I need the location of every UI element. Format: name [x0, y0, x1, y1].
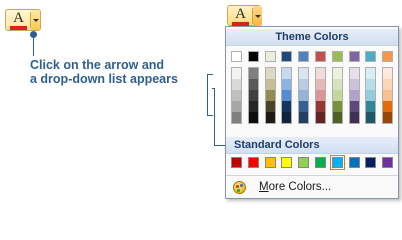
standard-color-swatch[interactable] — [281, 157, 293, 168]
standard-color-swatch[interactable] — [365, 157, 377, 168]
color-palette-icon — [233, 181, 246, 194]
theme-shade-swatch[interactable] — [299, 112, 309, 123]
theme-color-swatch[interactable] — [315, 51, 326, 62]
standard-color-swatch[interactable] — [315, 157, 326, 168]
font-color-button-open[interactable]: A — [227, 5, 262, 26]
theme-shade-swatch[interactable] — [366, 101, 376, 112]
theme-shade-swatch[interactable] — [282, 79, 292, 90]
theme-shade-column — [264, 67, 276, 124]
theme-shade-swatch[interactable] — [299, 79, 309, 90]
theme-color-swatch[interactable] — [348, 51, 360, 62]
theme-shade-swatch[interactable] — [383, 68, 393, 79]
callout-line — [33, 36, 34, 56]
theme-shade-swatch[interactable] — [332, 101, 342, 112]
theme-shade-swatch[interactable] — [232, 68, 241, 79]
theme-shade-swatch[interactable] — [383, 101, 393, 112]
theme-shade-swatch[interactable] — [248, 79, 258, 90]
theme-shade-swatch[interactable] — [366, 112, 376, 123]
theme-shade-swatch[interactable] — [383, 112, 393, 123]
theme-shade-swatch[interactable] — [316, 90, 325, 101]
connector-line-vertical — [214, 88, 215, 145]
theme-shade-swatch[interactable] — [366, 90, 376, 101]
theme-shade-swatch[interactable] — [232, 79, 241, 90]
theme-shade-column — [331, 67, 343, 124]
theme-color-swatch[interactable] — [382, 51, 394, 62]
theme-shade-swatch[interactable] — [349, 101, 359, 112]
font-color-indicator — [10, 26, 27, 30]
theme-color-swatch[interactable] — [281, 51, 293, 62]
theme-shade-swatch[interactable] — [383, 79, 393, 90]
theme-shade-swatch[interactable] — [349, 79, 359, 90]
theme-shade-column — [281, 67, 293, 124]
font-color-icon: A — [13, 10, 24, 26]
theme-shade-swatch[interactable] — [232, 101, 241, 112]
theme-shade-swatch[interactable] — [316, 68, 325, 79]
theme-shade-swatch[interactable] — [299, 68, 309, 79]
theme-shade-column — [348, 67, 360, 124]
theme-shade-swatch[interactable] — [366, 79, 376, 90]
theme-shade-column — [231, 67, 242, 124]
theme-shade-swatch[interactable] — [299, 101, 309, 112]
theme-color-swatch[interactable] — [264, 51, 276, 62]
theme-shade-column — [247, 67, 259, 124]
theme-shade-column — [382, 67, 394, 124]
theme-shade-swatch[interactable] — [265, 101, 275, 112]
theme-shade-swatch[interactable] — [265, 90, 275, 101]
theme-shade-swatch[interactable] — [282, 101, 292, 112]
theme-shade-swatch[interactable] — [265, 79, 275, 90]
menu-separator — [226, 175, 398, 176]
theme-shade-swatch[interactable] — [232, 112, 241, 123]
theme-shade-swatch[interactable] — [248, 112, 258, 123]
standard-color-swatch[interactable] — [382, 157, 394, 168]
theme-color-swatch[interactable] — [298, 51, 310, 62]
dropdown-arrow-icon — [33, 19, 39, 22]
theme-shade-swatch[interactable] — [282, 90, 292, 101]
theme-shade-swatch[interactable] — [316, 112, 325, 123]
theme-shade-swatch[interactable] — [332, 68, 342, 79]
theme-shade-swatch[interactable] — [349, 68, 359, 79]
standard-color-swatch[interactable] — [231, 157, 242, 168]
theme-shade-swatch[interactable] — [282, 112, 292, 123]
standard-color-swatch[interactable] — [264, 157, 276, 168]
standard-colors-header: Standard Colors — [226, 137, 398, 154]
theme-shade-swatch[interactable] — [316, 79, 325, 90]
theme-color-swatch[interactable] — [365, 51, 377, 62]
more-colors-label: More Colors... — [259, 181, 332, 193]
standard-color-swatch[interactable] — [348, 157, 360, 168]
theme-color-swatch[interactable] — [331, 51, 343, 62]
color-dropdown: Theme Colors Standard Colors More Colors… — [225, 26, 399, 199]
theme-shade-swatch[interactable] — [265, 112, 275, 123]
more-colors-item[interactable]: More Colors... — [230, 179, 394, 197]
theme-shade-column — [315, 67, 326, 124]
theme-shade-swatch[interactable] — [282, 68, 292, 79]
theme-shade-swatch[interactable] — [316, 101, 325, 112]
theme-shade-swatch[interactable] — [248, 101, 258, 112]
standard-color-swatch[interactable] — [247, 157, 259, 168]
theme-shade-column — [365, 67, 377, 124]
theme-shade-swatch[interactable] — [349, 90, 359, 101]
theme-shade-swatch[interactable] — [332, 79, 342, 90]
theme-shade-swatch[interactable] — [265, 68, 275, 79]
standard-color-swatch[interactable] — [298, 157, 310, 168]
standard-color-swatch[interactable] — [329, 155, 345, 170]
theme-color-swatch[interactable] — [247, 51, 259, 62]
annotation-text: Click on the arrow and a drop-down list … — [30, 58, 178, 86]
theme-shade-swatch[interactable] — [349, 112, 359, 123]
theme-color-swatch[interactable] — [231, 51, 242, 62]
theme-shade-swatch[interactable] — [232, 90, 241, 101]
theme-shade-swatch[interactable] — [366, 68, 376, 79]
annotation-bracket — [207, 74, 213, 116]
theme-shade-swatch[interactable] — [383, 90, 393, 101]
theme-shade-swatch[interactable] — [248, 90, 258, 101]
font-color-button[interactable]: A — [5, 9, 41, 31]
theme-shade-swatch[interactable] — [332, 90, 342, 101]
dropdown-arrow-icon — [255, 15, 261, 18]
theme-shade-swatch[interactable] — [299, 90, 309, 101]
theme-shade-column — [298, 67, 310, 124]
font-color-icon: A — [235, 6, 246, 22]
theme-shade-swatch[interactable] — [332, 112, 342, 123]
theme-colors-header: Theme Colors — [226, 29, 398, 46]
theme-shade-swatch[interactable] — [248, 68, 258, 79]
